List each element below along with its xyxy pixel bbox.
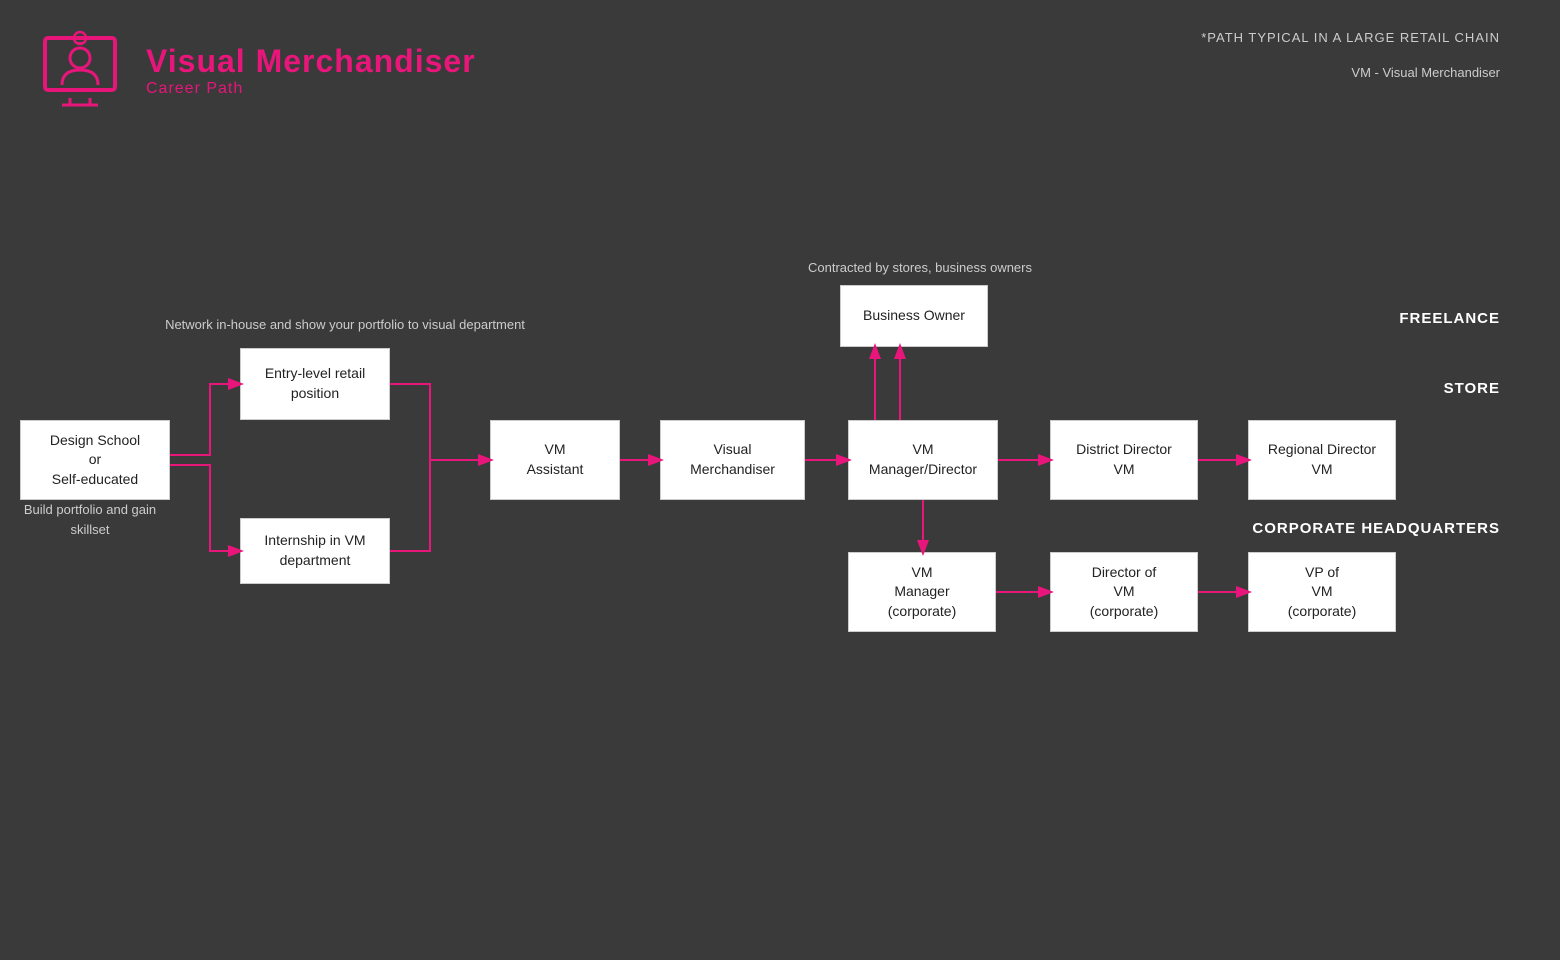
- business-owner-box: Business Owner: [840, 285, 988, 347]
- header-text: Visual Merchandiser Career Path: [146, 43, 476, 98]
- app-title: Visual Merchandiser: [146, 43, 476, 80]
- regional-director-box: Regional Director VM: [1248, 420, 1396, 500]
- freelance-label: FREELANCE: [1399, 310, 1500, 327]
- top-right-notes: *PATH TYPICAL IN A LARGE RETAIL CHAIN VM…: [1201, 30, 1500, 80]
- app-subtitle: Career Path: [146, 80, 476, 98]
- corporate-label: CORPORATE HEADQUARTERS: [1252, 520, 1500, 537]
- header: Visual Merchandiser Career Path: [40, 30, 476, 110]
- district-director-box: District Director VM: [1050, 420, 1198, 500]
- contracted-annotation: Contracted by stores, business owners: [780, 258, 1060, 278]
- build-portfolio-annotation: Build portfolio and gain skillset: [15, 500, 165, 539]
- visual-merchandiser-box: Visual Merchandiser: [660, 420, 805, 500]
- vp-vm-corporate-box: VP of VM (corporate): [1248, 552, 1396, 632]
- logo-icon: [40, 30, 130, 110]
- design-school-box: Design School or Self-educated: [20, 420, 170, 500]
- store-label: STORE: [1444, 380, 1500, 397]
- vm-assistant-box: VM Assistant: [490, 420, 620, 500]
- vm-manager-director-box: VM Manager/Director: [848, 420, 998, 500]
- network-annotation: Network in-house and show your portfolio…: [155, 315, 535, 335]
- vm-manager-corporate-box: VM Manager (corporate): [848, 552, 996, 632]
- note2: VM - Visual Merchandiser: [1201, 65, 1500, 80]
- entry-level-box: Entry-level retail position: [240, 348, 390, 420]
- director-vm-corporate-box: Director of VM (corporate): [1050, 552, 1198, 632]
- note1: *PATH TYPICAL IN A LARGE RETAIL CHAIN: [1201, 30, 1500, 45]
- internship-box: Internship in VM department: [240, 518, 390, 584]
